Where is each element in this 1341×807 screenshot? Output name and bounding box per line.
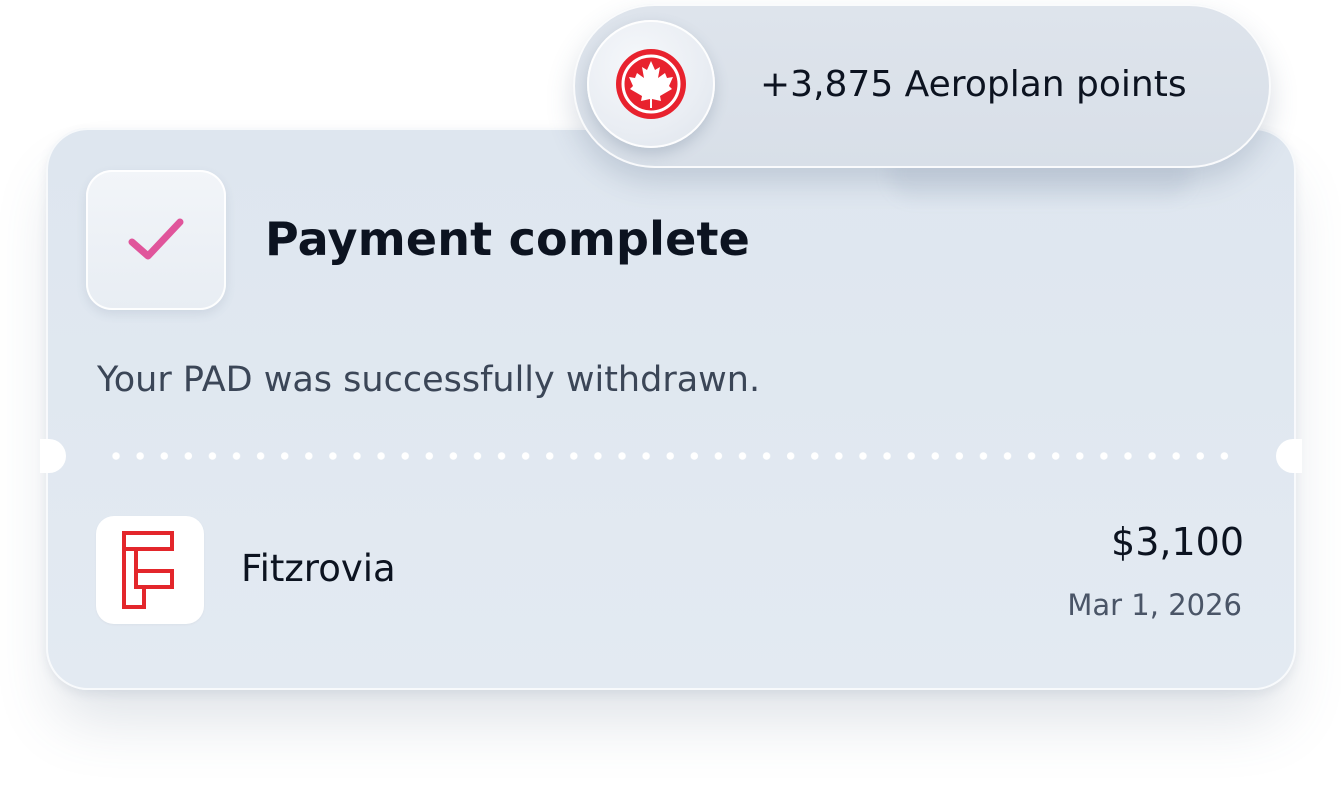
page-title: Payment complete: [265, 212, 751, 266]
checkmark-icon: [128, 218, 184, 260]
merchant-name: Fitzrovia: [241, 547, 396, 590]
aeroplan-points-text: +3,875 Aeroplan points: [760, 64, 1187, 105]
fitzrovia-logo-icon: [122, 531, 174, 609]
merchant-logo: [96, 516, 204, 624]
maple-leaf-icon: [616, 49, 686, 119]
payment-amount: $3,100: [1111, 520, 1244, 564]
status-message: Your PAD was successfully withdrawn.: [97, 360, 761, 400]
perforation-divider: [104, 452, 1238, 460]
ticket-notch-right: [1276, 439, 1302, 473]
payment-date: Mar 1, 2026: [1067, 588, 1242, 622]
success-check-tile: [86, 170, 226, 310]
aeroplan-badge: [587, 20, 715, 148]
